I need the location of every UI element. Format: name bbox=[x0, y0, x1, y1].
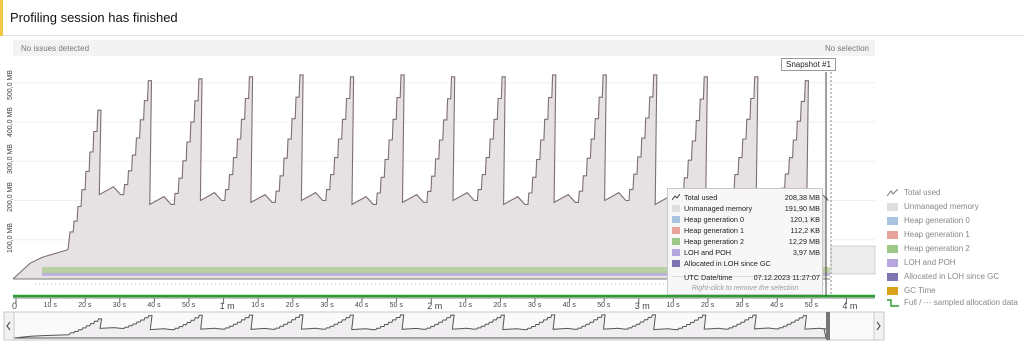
legend-item[interactable]: Unmanaged memory bbox=[884, 201, 1024, 213]
legend-label: GC Time bbox=[904, 286, 936, 295]
x-tick-label: 10 s bbox=[666, 302, 680, 309]
tooltip-value: 112,2 KB bbox=[790, 226, 820, 235]
tooltip-row: Allocated in LOH since GC bbox=[672, 259, 820, 269]
x-tick-label: 50 s bbox=[182, 302, 196, 309]
legend-item[interactable]: Heap generation 2 bbox=[884, 243, 1024, 255]
x-tick-label: 40 s bbox=[770, 302, 784, 309]
line-icon bbox=[672, 194, 680, 201]
y-tick-label: 400,0 MB bbox=[7, 107, 14, 137]
y-tick-label: 100,0 MB bbox=[7, 223, 14, 253]
legend-label: LOH and POH bbox=[904, 258, 956, 267]
tooltip-date-label: UTC Date/time bbox=[684, 273, 733, 282]
legend-label: Unmanaged memory bbox=[904, 202, 979, 211]
x-tick-label: 50 s bbox=[597, 302, 611, 309]
x-tick-label: 3 m bbox=[634, 301, 650, 311]
x-tick-label: 50 s bbox=[804, 302, 819, 309]
tooltip-row: Heap generation 0 120,1 KB bbox=[672, 215, 820, 225]
legend-label: Total used bbox=[904, 188, 941, 197]
legend-item[interactable]: LOH and POH bbox=[884, 257, 1024, 269]
tooltip-row: Unmanaged memory 191,90 MB bbox=[672, 204, 820, 214]
overview-viewport-handle[interactable] bbox=[826, 312, 830, 340]
swatch-icon bbox=[887, 203, 898, 211]
legend-label: Heap generation 2 bbox=[904, 244, 970, 253]
x-tick-label: 40 s bbox=[562, 302, 576, 309]
tooltip-value: 120,1 KB bbox=[789, 215, 820, 224]
x-tick-label: 20 s bbox=[285, 302, 300, 309]
overview-scroll-right[interactable] bbox=[873, 311, 885, 341]
x-tick-label: 1 m bbox=[219, 301, 235, 311]
tooltip-row: Heap generation 1 112,2 KB bbox=[672, 226, 820, 236]
tooltip-label: Allocated in LOH since GC bbox=[684, 259, 771, 268]
x-tick-label: 40 s bbox=[355, 302, 369, 309]
x-tick-label: 0 bbox=[12, 301, 18, 311]
legend-item[interactable]: Heap generation 1 bbox=[884, 229, 1024, 241]
tooltip-value: 191,90 MB bbox=[784, 204, 820, 213]
x-tick-label: 10 s bbox=[458, 302, 473, 309]
tooltip-row: Total used 208,38 MB bbox=[672, 193, 820, 203]
tooltip-date-row: UTC Date/time 07.12.2023 11:27:07 bbox=[672, 273, 820, 283]
swatch-icon bbox=[672, 216, 680, 223]
tooltip-value: 208,38 MB bbox=[784, 193, 820, 202]
swatch-icon bbox=[887, 259, 898, 267]
swatch-icon bbox=[672, 205, 680, 212]
x-tick-label: 2 m bbox=[427, 301, 443, 311]
swatch-icon bbox=[887, 217, 898, 225]
x-tick-label: 10 s bbox=[43, 302, 57, 309]
line-icon bbox=[887, 189, 898, 197]
tooltip-hint: Right-click to remove the selection bbox=[691, 285, 799, 292]
legend-label: Full / ⋯ sampled allocation data bbox=[904, 298, 1018, 307]
tooltip-value: 3,97 MB bbox=[792, 248, 820, 257]
tooltip-label: Heap generation 2 bbox=[684, 237, 745, 246]
legend-label: Heap generation 1 bbox=[904, 230, 970, 239]
tooltip-row: Heap generation 2 12,29 MB bbox=[672, 237, 820, 247]
legend-item[interactable]: Allocated in LOH since GC bbox=[884, 271, 1024, 283]
legend-item[interactable]: Total used bbox=[884, 187, 1024, 199]
legend-item[interactable]: Heap generation 0 bbox=[884, 215, 1024, 227]
x-tick-label: 30 s bbox=[320, 302, 334, 309]
legend-item[interactable]: GC Time bbox=[884, 285, 1024, 297]
tooltip-row: LOH and POH 3,97 MB bbox=[672, 248, 820, 258]
x-tick-label: 30 s bbox=[735, 302, 749, 309]
x-tick-label: 30 s bbox=[112, 302, 127, 309]
legend-label: Heap generation 0 bbox=[904, 216, 970, 225]
tooltip-label: Unmanaged memory bbox=[684, 204, 753, 213]
swatch-icon bbox=[672, 260, 680, 267]
step-line-icon bbox=[887, 299, 899, 307]
x-tick-label: 20 s bbox=[78, 302, 92, 309]
swatch-icon bbox=[672, 238, 680, 245]
x-tick-label: 40 s bbox=[147, 302, 161, 309]
x-tick-label: 30 s bbox=[528, 302, 542, 309]
tooltip-date-value: 07.12.2023 11:27:07 bbox=[753, 273, 820, 282]
y-tick-label: 500,0 MB bbox=[7, 70, 14, 100]
overview-scroll-left[interactable] bbox=[3, 311, 15, 341]
legend-label: Allocated in LOH since GC bbox=[904, 272, 1000, 281]
tooltip-value: 12,29 MB bbox=[788, 237, 820, 246]
x-tick-label: 4 m bbox=[842, 301, 858, 311]
snapshot-label[interactable]: Snapshot #1 bbox=[781, 58, 836, 71]
tooltip-label: LOH and POH bbox=[684, 248, 732, 257]
swatch-icon bbox=[887, 287, 898, 295]
swatch-icon bbox=[672, 249, 680, 256]
selection-tooltip: Total used 208,38 MB Unmanaged memory 19… bbox=[667, 188, 823, 295]
tooltip-label: Heap generation 1 bbox=[684, 226, 745, 235]
tooltip-label: Heap generation 0 bbox=[684, 215, 745, 224]
y-tick-label: 200,0 MB bbox=[7, 182, 14, 212]
tooltip-label: Total used bbox=[684, 193, 718, 202]
x-tick-label: 20 s bbox=[701, 302, 715, 309]
swatch-icon bbox=[887, 231, 898, 239]
memory-timeline-chart[interactable] bbox=[0, 0, 1024, 348]
x-tick-label: 20 s bbox=[493, 302, 507, 309]
y-tick-label: 300,0 MB bbox=[7, 144, 14, 174]
swatch-icon bbox=[887, 245, 898, 253]
swatch-icon bbox=[672, 227, 680, 234]
post-session-region bbox=[830, 245, 876, 275]
x-tick-label: 50 s bbox=[389, 302, 403, 309]
legend-item[interactable]: Full / ⋯ sampled allocation data bbox=[884, 297, 1024, 309]
x-tick-label: 10 s bbox=[251, 302, 265, 309]
swatch-icon bbox=[887, 273, 898, 281]
